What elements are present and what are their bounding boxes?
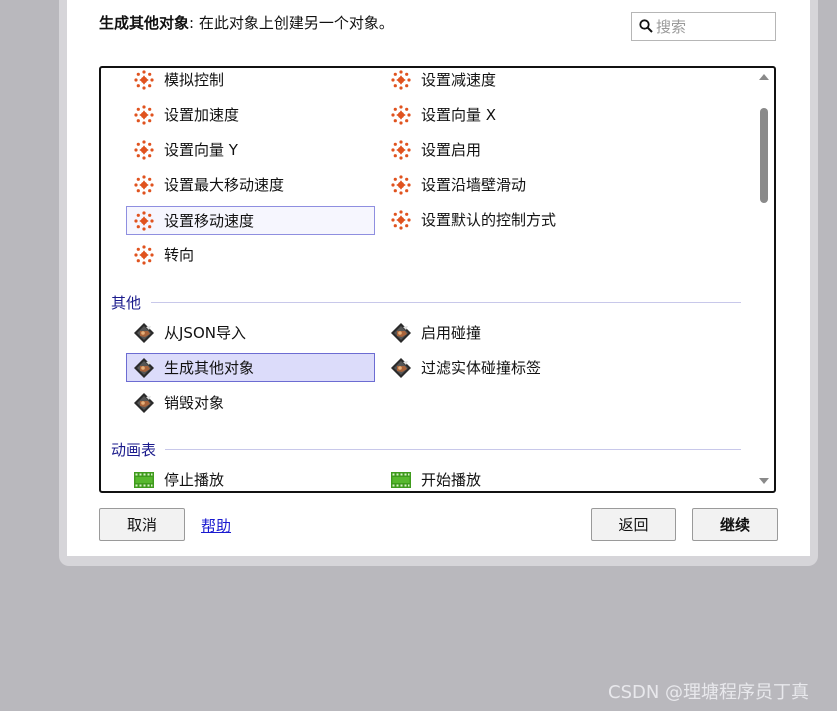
list-item-label: 销毁对象 [164,394,225,412]
list-item-label: 从JSON导入 [164,324,246,342]
scroll-thumb[interactable] [760,108,768,203]
watermark: CSDN @理塘程序员丁真 [608,682,810,703]
action-title: 生成其他对象 [99,14,190,32]
category-divider [151,302,741,303]
action-list[interactable]: 模拟控制 设置减速度 设置加速度 设置向量 X 设置向量 Y 设置启用 设置最大… [99,66,776,493]
list-item-label: 开始播放 [421,471,482,489]
list-item-label: 设置向量 Y [164,141,238,159]
action-description: : 在此对象上创建另一个对象。 [189,14,394,32]
list-item[interactable]: 过滤实体碰撞标签 [383,354,632,381]
list-item[interactable]: 设置沿墙壁滑动 [383,171,632,198]
movement-behavior-icon [390,69,412,91]
list-item[interactable]: 设置启用 [383,136,632,163]
list-item[interactable]: 设置默认的控制方式 [383,206,632,233]
list-item-label: 过滤实体碰撞标签 [421,359,542,377]
create-object-dialog: 生成其他对象: 在此对象上创建另一个对象。 模拟控制 设置减速度 设置加速度 设… [67,0,810,556]
list-item-label: 转向 [164,246,195,264]
object-misc-icon [133,392,155,414]
list-item[interactable]: 设置最大移动速度 [126,171,375,198]
list-item-label: 设置移动速度 [164,212,255,230]
list-item-label: 模拟控制 [164,71,225,89]
list-item[interactable]: 设置减速度 [383,66,632,93]
list-item-label: 设置加速度 [164,106,240,124]
category-header-other: 其他 [111,294,142,312]
vertical-scrollbar[interactable] [758,68,772,491]
movement-behavior-icon [133,244,155,266]
list-item[interactable]: 启用碰撞 [383,319,632,346]
category-divider [165,449,741,450]
list-item-hovered[interactable]: 设置移动速度 [126,206,375,235]
list-item-label: 设置启用 [421,141,482,159]
movement-behavior-icon [390,139,412,161]
list-item[interactable]: 销毁对象 [126,389,375,416]
movement-behavior-icon [390,209,412,231]
list-item-label: 生成其他对象 [164,359,255,377]
search-box[interactable] [631,12,776,41]
scroll-up-arrow-icon[interactable] [759,74,769,80]
list-item-label: 设置沿墙壁滑动 [421,176,527,194]
object-misc-icon [133,357,155,379]
movement-behavior-icon [133,104,155,126]
search-input[interactable] [656,17,768,36]
list-item[interactable]: 设置向量 X [383,101,632,128]
list-item-label: 设置向量 X [421,106,497,124]
animation-film-icon [133,469,155,491]
list-item-label: 设置减速度 [421,71,497,89]
cancel-button[interactable]: 取消 [99,508,185,541]
help-link[interactable]: 帮助 [201,515,231,536]
list-item[interactable]: 转向 [126,241,375,268]
dialog-header: 生成其他对象: 在此对象上创建另一个对象。 [99,12,394,33]
list-item[interactable]: 设置加速度 [126,101,375,128]
animation-film-icon [390,469,412,491]
back-button[interactable]: 返回 [591,508,676,541]
continue-button[interactable]: 继续 [692,508,778,541]
list-item-label: 设置默认的控制方式 [421,211,557,229]
list-item-label: 启用碰撞 [421,324,482,342]
movement-behavior-icon [133,69,155,91]
object-misc-icon [390,357,412,379]
movement-behavior-icon [133,210,155,232]
object-misc-icon [133,322,155,344]
scroll-down-arrow-icon[interactable] [759,478,769,484]
list-item[interactable]: 开始播放 [383,466,632,491]
search-icon [639,19,653,33]
list-item[interactable]: 模拟控制 [126,66,375,93]
movement-behavior-icon [133,174,155,196]
movement-behavior-icon [390,104,412,126]
list-item-label: 停止播放 [164,471,225,489]
movement-behavior-icon [133,139,155,161]
list-item[interactable]: 设置向量 Y [126,136,375,163]
list-item-label: 设置最大移动速度 [164,176,285,194]
list-item[interactable]: 停止播放 [126,466,375,491]
list-item-selected[interactable]: 生成其他对象 [126,353,375,382]
category-header-animation: 动画表 [111,441,157,459]
object-misc-icon [390,322,412,344]
movement-behavior-icon [390,174,412,196]
list-item[interactable]: 从JSON导入 [126,319,375,346]
